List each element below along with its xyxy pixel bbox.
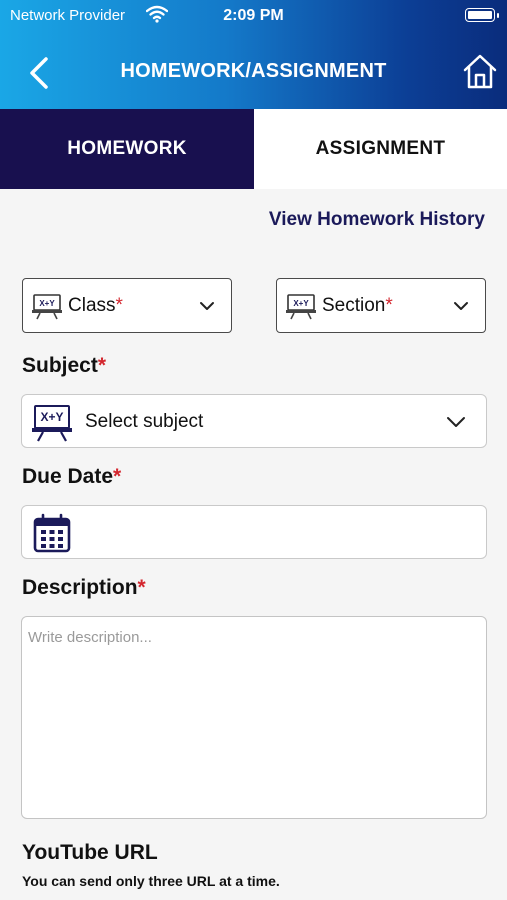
view-homework-history-link[interactable]: View Homework History <box>269 209 485 231</box>
description-label: Description* <box>22 576 146 599</box>
chevron-down-icon <box>447 417 465 427</box>
whiteboard-icon: X+Y <box>32 294 62 320</box>
required-asterisk: * <box>113 465 122 488</box>
tab-assignment[interactable]: ASSIGNMENT <box>254 109 507 189</box>
battery-icon <box>465 8 499 22</box>
svg-text:X+Y: X+Y <box>39 299 55 308</box>
subject-placeholder: Select subject <box>85 411 204 432</box>
svg-text:X+Y: X+Y <box>40 410 63 424</box>
tab-homework[interactable]: HOMEWORK <box>0 109 254 189</box>
whiteboard-icon: X+Y <box>32 405 72 442</box>
description-textarea[interactable] <box>22 617 486 818</box>
whiteboard-icon: X+Y <box>286 294 316 320</box>
chevron-down-icon <box>454 302 468 310</box>
description-box <box>21 616 487 819</box>
section-dropdown-label: Section* <box>322 295 393 316</box>
tab-bar: HOMEWORK ASSIGNMENT <box>0 109 507 189</box>
required-asterisk: * <box>385 295 393 316</box>
required-asterisk: * <box>137 576 146 599</box>
page-title: HOMEWORK/ASSIGNMENT <box>120 60 387 82</box>
due-date-field[interactable] <box>21 505 487 559</box>
chevron-down-icon <box>200 302 214 310</box>
home-icon[interactable] <box>462 52 498 90</box>
class-dropdown-label: Class* <box>68 295 123 316</box>
calendar-icon[interactable] <box>33 513 71 553</box>
section-dropdown[interactable]: X+Y Section* <box>276 278 486 333</box>
youtube-url-note: You can send only three URL at a time. <box>22 873 280 889</box>
class-dropdown[interactable]: X+Y Class* <box>22 278 232 333</box>
subject-label: Subject* <box>22 354 107 377</box>
required-asterisk: * <box>115 295 123 316</box>
youtube-url-label: YouTube URL <box>22 841 158 864</box>
subject-dropdown[interactable]: X+Y Select subject <box>21 394 487 448</box>
svg-text:X+Y: X+Y <box>293 299 309 308</box>
due-date-label: Due Date* <box>22 465 122 488</box>
status-bar: Network Provider 2:09 PM <box>10 5 499 25</box>
app-header: Network Provider 2:09 PM HOMEWORK/ASSIGN… <box>0 0 507 109</box>
status-time: 2:09 PM <box>223 7 284 24</box>
required-asterisk: * <box>97 354 107 377</box>
